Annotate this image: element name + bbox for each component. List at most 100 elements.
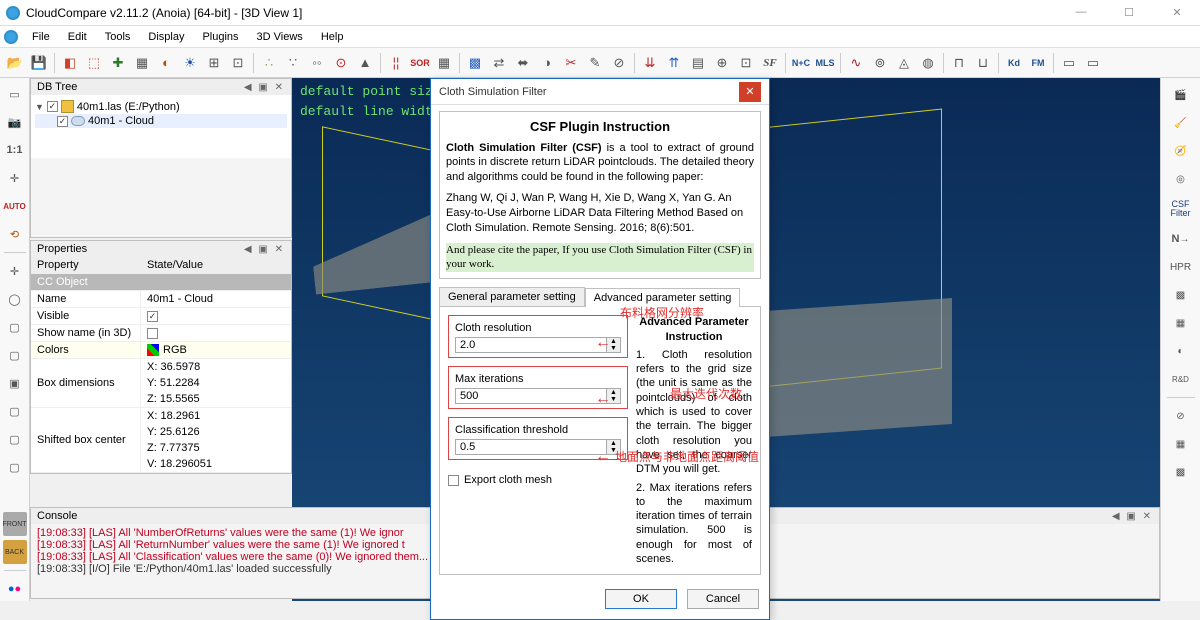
window-minimize-button[interactable]: — [1064,6,1098,19]
front-icon[interactable]: FRONT [3,512,27,536]
tool-icon[interactable]: ▦ [1166,310,1196,336]
checkbox[interactable]: ✓ [57,116,68,127]
checkbox[interactable]: ✓ [47,101,58,112]
north-icon[interactable]: N→ [1166,226,1196,252]
tool-icon[interactable]: ◐ [155,52,177,74]
tool-icon[interactable]: ⊚ [869,52,891,74]
menu-tools[interactable]: Tools [97,29,139,45]
visible-checkbox[interactable]: ✓ [147,311,158,322]
tool-icon[interactable]: Kd [1003,52,1025,74]
tool-icon[interactable]: ⇄ [488,52,510,74]
tool-icon[interactable]: SF [759,52,781,74]
window-close-button[interactable]: ✕ [1160,6,1194,19]
tool-icon[interactable]: SOR [409,52,431,74]
ok-button[interactable]: OK [605,589,677,609]
tool-icon[interactable]: ⬌ [512,52,534,74]
csf-filter-button[interactable]: CSF Filter [1166,194,1196,224]
export-mesh-checkbox[interactable] [448,475,459,486]
max-iterations-input[interactable] [455,388,607,404]
menu-display[interactable]: Display [140,29,192,45]
clapper-icon[interactable]: 🎬 [1166,82,1196,108]
tool-icon[interactable]: ▩ [1166,459,1196,485]
tool-icon[interactable]: ⊙ [330,52,352,74]
tool-icon[interactable]: ⊔ [972,52,994,74]
pick-icon[interactable]: ✛ [3,166,27,190]
tool-icon[interactable]: ∵ [282,52,304,74]
cancel-button[interactable]: Cancel [687,589,759,609]
tool-icon[interactable]: ▦ [433,52,455,74]
cube-icon[interactable]: ▢ [3,343,27,367]
classification-threshold-input[interactable] [455,439,607,455]
tool-icon[interactable]: ⊘ [608,52,630,74]
tool-icon[interactable]: ◑ [536,52,558,74]
tool-icon[interactable]: ⇈ [663,52,685,74]
tool-icon[interactable]: ⊡ [735,52,757,74]
tool-icon[interactable]: ◧ [59,52,81,74]
tool-icon[interactable]: R&D [1166,366,1196,392]
rotate-icon[interactable]: ⟲ [3,222,27,246]
tree-root-row[interactable]: ▼ ✓ 40m1.las (E:/Python) [35,99,287,114]
showname-checkbox[interactable] [147,328,158,339]
target-icon[interactable]: ◎ [1166,166,1196,192]
hpr-icon[interactable]: HPR [1166,254,1196,280]
tool-icon[interactable]: ⊘ [1166,403,1196,429]
tool-icon[interactable]: ◦◦ [306,52,328,74]
tool-icon[interactable]: ⬚ [83,52,105,74]
tool-icon[interactable]: ◬ [893,52,915,74]
tool-icon[interactable]: ▤ [687,52,709,74]
flickr-icon[interactable]: ●● [3,577,27,601]
tool-icon[interactable]: ∴ [258,52,280,74]
menu-plugins[interactable]: Plugins [194,29,246,45]
rail-icon[interactable]: ▭ [3,82,27,106]
panel-buttons[interactable]: ◀ ▣ ✕ [244,82,285,93]
save-icon[interactable]: 💾 [28,52,50,74]
tool-icon[interactable]: N+C [790,52,812,74]
camera-icon[interactable]: 📷 [3,110,27,134]
tool-icon[interactable]: ¦¦ [385,52,407,74]
menu-file[interactable]: File [24,29,58,45]
tool-icon[interactable]: ∿ [845,52,867,74]
tool-icon[interactable]: ✂ [560,52,582,74]
tool-icon[interactable]: ◐ [1166,338,1196,364]
tool-icon[interactable]: ▲ [354,52,376,74]
compass-icon[interactable]: 🧭 [1166,138,1196,164]
tool-icon[interactable]: ▦ [1166,431,1196,457]
tool-icon[interactable]: ⊞ [203,52,225,74]
window-maximize-button[interactable]: ☐ [1112,6,1146,19]
cube-icon[interactable]: ▣ [3,371,27,395]
back-icon[interactable]: BACK [3,540,27,564]
cube-icon[interactable]: ▢ [3,455,27,479]
tool-icon[interactable]: ▭ [1082,52,1104,74]
globe-icon[interactable]: ◯ [3,287,27,311]
cube-icon[interactable]: ▢ [3,399,27,423]
menu-3dviews[interactable]: 3D Views [249,29,311,45]
tool-icon[interactable]: ☀ [179,52,201,74]
menu-edit[interactable]: Edit [60,29,95,45]
axis-icon[interactable]: ✛ [3,259,27,283]
open-icon[interactable]: 📂 [4,52,26,74]
tool-icon[interactable]: FM [1027,52,1049,74]
tab-general[interactable]: General parameter setting [439,287,585,306]
tool-icon[interactable]: ⊡ [227,52,249,74]
tool-icon[interactable]: ▦ [131,52,153,74]
panel-buttons[interactable]: ◀ ▣ ✕ [1112,511,1153,522]
menu-help[interactable]: Help [313,29,352,45]
broom-icon[interactable]: 🧹 [1166,110,1196,136]
tree-child-row[interactable]: ✓ 40m1 - Cloud [35,114,287,128]
tool-icon[interactable]: ▩ [1166,282,1196,308]
tool-icon[interactable]: ▭ [1058,52,1080,74]
panel-buttons[interactable]: ◀ ▣ ✕ [244,244,285,255]
tool-icon[interactable]: ◍ [917,52,939,74]
tool-icon[interactable]: ✚ [107,52,129,74]
tool-icon[interactable]: ▩ [464,52,486,74]
expand-icon[interactable]: ▼ [35,102,44,112]
scale-1-1-icon[interactable]: 1:1 [3,138,27,162]
tool-icon[interactable]: ⊓ [948,52,970,74]
tool-icon[interactable]: ✎ [584,52,606,74]
tool-icon[interactable]: MLS [814,52,836,74]
tool-icon[interactable]: ⇊ [639,52,661,74]
cloth-resolution-input[interactable] [455,337,607,353]
auto-icon[interactable]: AUTO [3,194,27,218]
cube-icon[interactable]: ▢ [3,427,27,451]
cube-icon[interactable]: ▢ [3,315,27,339]
